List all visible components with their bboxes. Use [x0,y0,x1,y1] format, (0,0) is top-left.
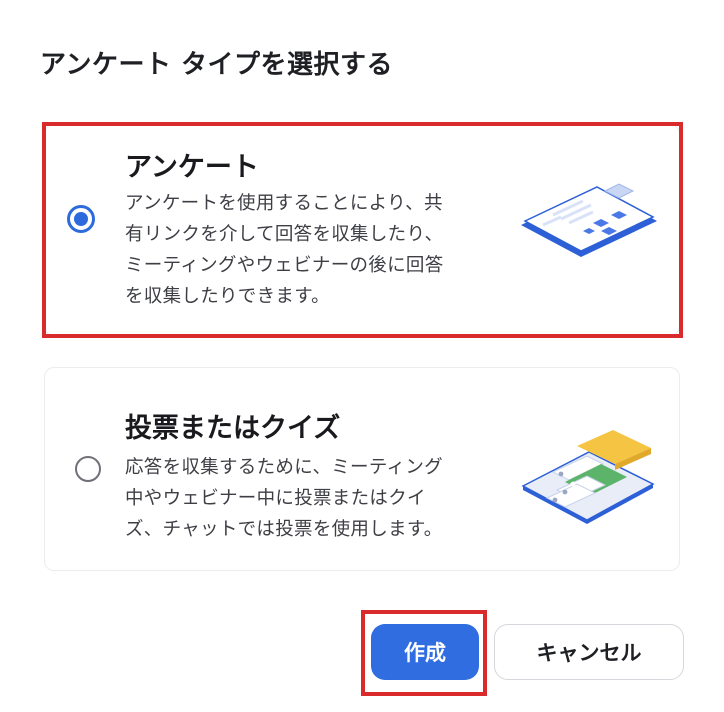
dialog-title: アンケート タイプを選択する [40,50,394,80]
radio-poll-quiz-unselected[interactable] [75,456,101,482]
option-title-poll-quiz: 投票またはクイズ [125,413,341,444]
option-card-survey[interactable]: アンケート アンケートを使用することにより、共 有リンクを介して回答を収集したり… [44,124,680,336]
radio-survey-selected[interactable] [67,205,95,233]
poll-quiz-illustration [521,430,655,524]
option-card-poll-quiz[interactable]: 投票またはクイズ 応答を収集するために、ミーティング 中やウェビナー中に投票また… [44,367,680,571]
create-button[interactable]: 作成 [371,624,479,680]
cancel-button[interactable]: キャンセル [494,624,684,680]
option-description-survey: アンケートを使用することにより、共 有リンクを介して回答を収集したり、 ミーティ… [125,193,444,307]
option-description-poll-quiz: 応答を収集するために、ミーティング 中やウェビナー中に投票またはクイ ズ、チャッ… [125,457,443,540]
option-title-survey: アンケート [125,152,259,183]
survey-clipboard-illustration [521,183,657,257]
